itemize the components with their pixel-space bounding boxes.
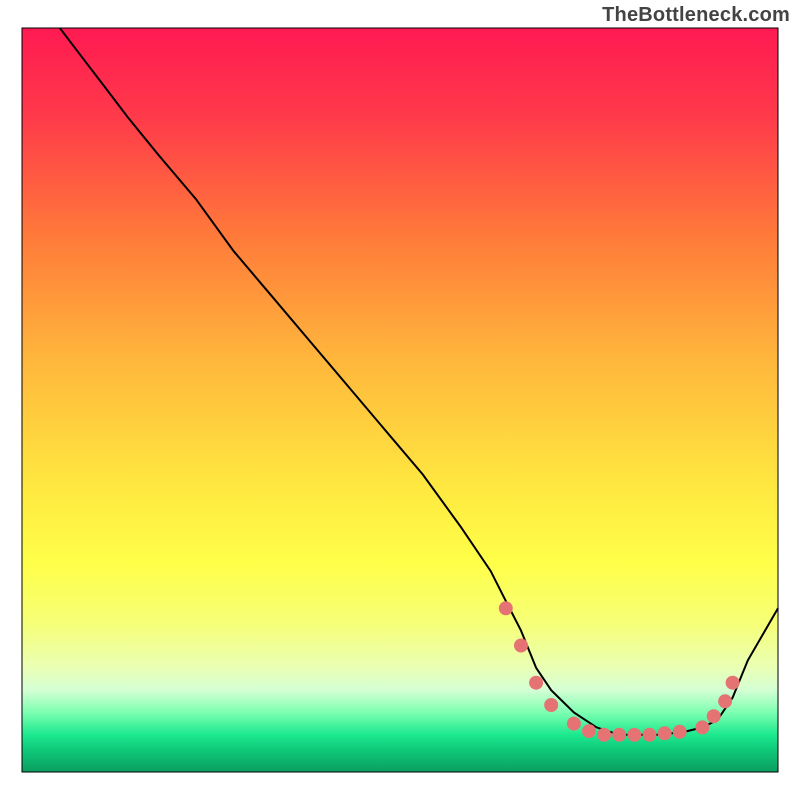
marker-dot <box>597 728 611 742</box>
marker-dot <box>544 698 558 712</box>
marker-dot <box>707 709 721 723</box>
marker-dot <box>718 694 732 708</box>
marker-dot <box>499 601 513 615</box>
bottleneck-chart: TheBottleneck.com <box>0 0 800 800</box>
marker-dot <box>658 726 672 740</box>
marker-dot <box>673 725 687 739</box>
marker-dot <box>726 676 740 690</box>
marker-dot <box>582 724 596 738</box>
marker-dot <box>612 728 626 742</box>
marker-dot <box>695 720 709 734</box>
marker-dot <box>627 728 641 742</box>
plot-background <box>22 28 778 772</box>
marker-dot <box>567 717 581 731</box>
marker-dot <box>643 728 657 742</box>
watermark-text: TheBottleneck.com <box>602 4 790 27</box>
marker-dot <box>529 676 543 690</box>
chart-svg <box>0 0 800 800</box>
marker-dot <box>514 639 528 653</box>
